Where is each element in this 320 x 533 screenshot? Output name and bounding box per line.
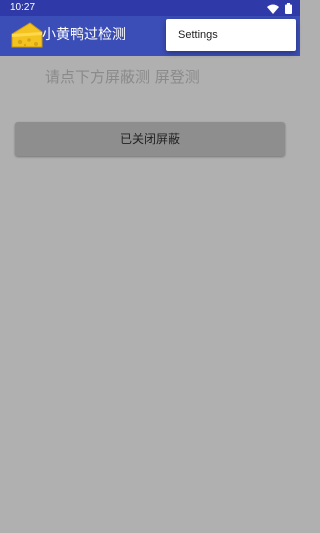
overflow-menu: Settings xyxy=(166,19,296,51)
menu-item-settings[interactable]: Settings xyxy=(166,19,296,51)
cheese-icon xyxy=(10,20,44,50)
main-content: 请点下方屏蔽测 屏登测 已关闭屏蔽 xyxy=(0,56,300,533)
status-icons xyxy=(267,3,292,14)
shield-toggle-button[interactable]: 已关闭屏蔽 xyxy=(15,122,285,156)
status-bar: 10:27 xyxy=(0,0,300,16)
app-title: 小黄鸭过检测 xyxy=(42,27,126,43)
wifi-icon xyxy=(267,4,279,14)
battery-icon xyxy=(285,3,292,14)
status-time: 10:27 xyxy=(10,2,36,13)
hint-text: 请点下方屏蔽测 屏登测 xyxy=(45,68,200,86)
